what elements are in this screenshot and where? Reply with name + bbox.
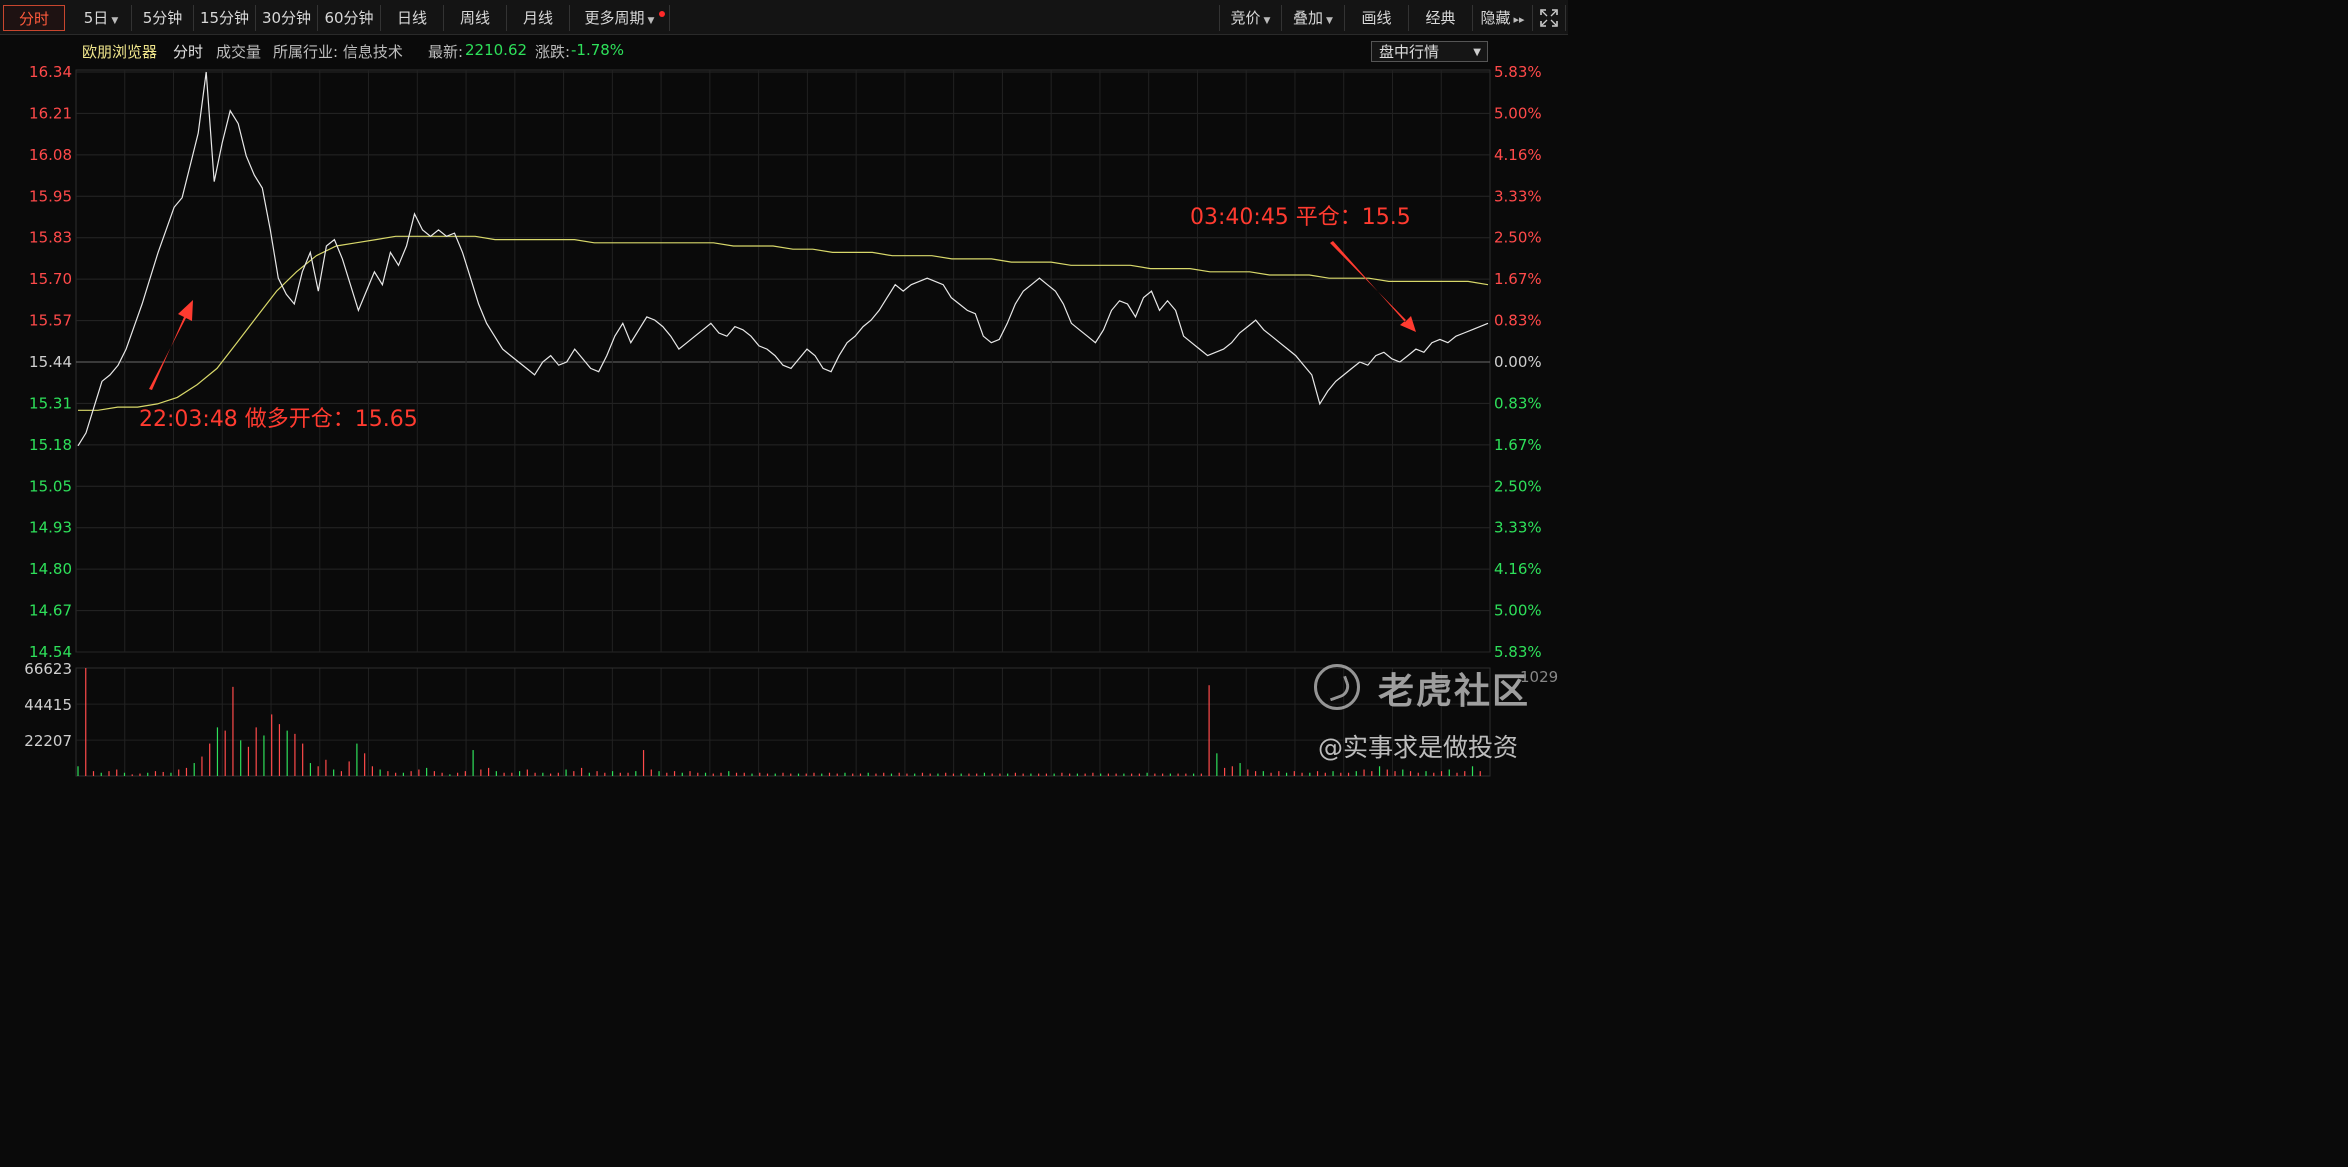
y-tick-label: 15.57 xyxy=(29,312,72,330)
pct-tick-label: 5.83% xyxy=(1494,643,1542,661)
volume-tick-label: 22207 xyxy=(24,732,72,750)
y-tick-label: 16.08 xyxy=(29,146,72,164)
volume-tick-label: 44415 xyxy=(24,696,72,714)
entry-annotation: 22:03:48 做多开仓：15.65 xyxy=(139,407,418,432)
pct-tick-label: 0.83% xyxy=(1494,394,1542,412)
y-tick-label: 15.95 xyxy=(29,187,72,205)
exit-arrow xyxy=(1330,241,1416,332)
y-tick-label: 15.44 xyxy=(29,353,72,371)
pct-tick-label: 1.67% xyxy=(1494,270,1542,288)
watermark-handle: @实事求是做投资 xyxy=(1318,733,1519,762)
y-tick-label: 14.67 xyxy=(29,602,72,620)
y-tick-label: 14.80 xyxy=(29,560,72,578)
y-tick-label: 15.31 xyxy=(29,394,72,412)
exit-annotation: 03:40:45 平仓：15.5 xyxy=(1190,205,1411,230)
pct-tick-label: 5.83% xyxy=(1494,63,1542,81)
pct-tick-label: 2.50% xyxy=(1494,477,1542,495)
pct-tick-label: 3.33% xyxy=(1494,519,1542,537)
y-tick-label: 16.21 xyxy=(29,104,72,122)
watermark-brand: 老虎社区 xyxy=(1378,671,1531,712)
exit-arrow-shape xyxy=(1330,241,1416,332)
pct-tick-label: 4.16% xyxy=(1494,560,1542,578)
volume-frame xyxy=(75,667,1491,777)
pct-tick-label: 1.67% xyxy=(1494,436,1542,454)
pct-tick-label: 5.00% xyxy=(1494,602,1542,620)
pct-tick-label: 0.00% xyxy=(1494,353,1542,371)
price-line xyxy=(77,71,1489,447)
y-tick-label: 15.18 xyxy=(29,436,72,454)
corner-number: 1029 xyxy=(1520,668,1559,686)
entry-arrow xyxy=(149,300,193,390)
plot-frame xyxy=(75,69,1491,653)
pct-tick-label: 5.00% xyxy=(1494,104,1542,122)
entry-arrow-shape xyxy=(149,300,193,390)
y-tick-label: 15.05 xyxy=(29,477,72,495)
y-tick-label: 16.34 xyxy=(29,63,72,81)
average-price-line xyxy=(78,235,1489,411)
y-tick-label: 14.93 xyxy=(29,519,72,537)
pct-tick-label: 2.50% xyxy=(1494,229,1542,247)
y-tick-label: 14.54 xyxy=(29,643,72,661)
y-tick-label: 15.83 xyxy=(29,229,72,247)
chart-stage: 分时 5日 ▼ 5分钟 15分钟 30分钟 60分钟 日线 周线 月线 更多周期 ▼… xyxy=(0,0,1568,779)
pct-tick-label: 4.16% xyxy=(1494,146,1542,164)
pct-tick-label: 3.33% xyxy=(1494,187,1542,205)
y-tick-label: 15.70 xyxy=(29,270,72,288)
volume-tick-label: 66623 xyxy=(24,660,72,678)
tiger-logo-icon xyxy=(1314,664,1360,710)
intraday-chart: 16.34 5.83% 16.21 5.00% 16.08 4.16% 15.95 3.33%… xyxy=(24,63,1542,777)
pct-tick-label: 0.83% xyxy=(1494,312,1542,330)
